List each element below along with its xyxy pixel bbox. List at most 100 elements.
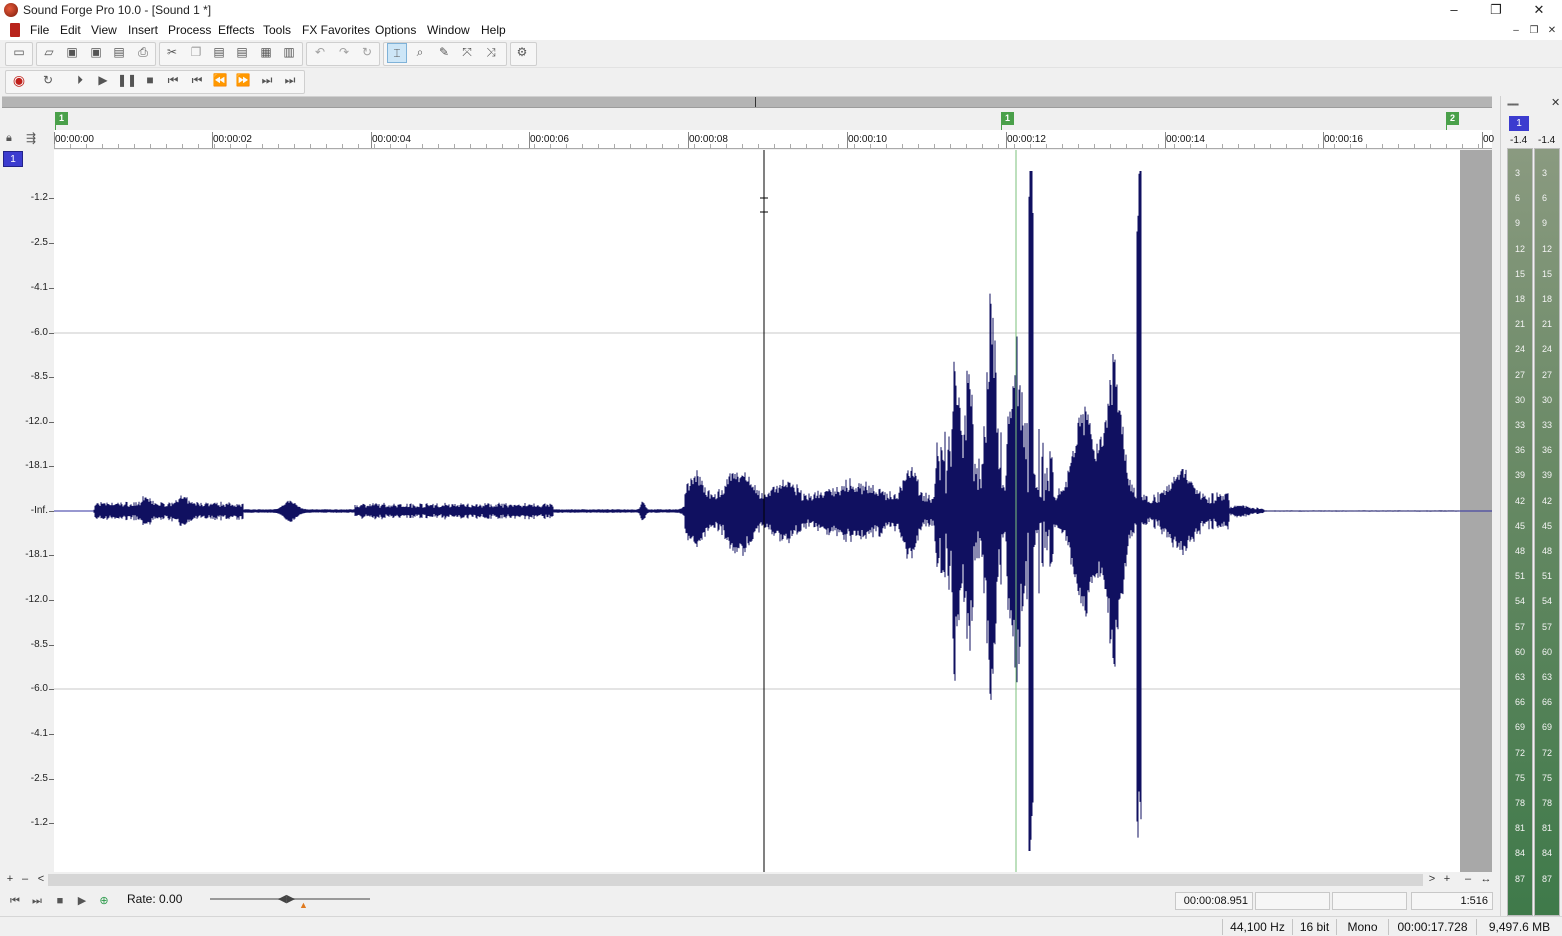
menu-window[interactable]: Window: [427, 23, 470, 37]
zoom-out-button[interactable]: –: [18, 873, 32, 887]
ruler-minor-tick: [470, 144, 471, 148]
overview-bar[interactable]: [2, 96, 1492, 108]
next-icon[interactable]: ⏭: [257, 71, 277, 91]
crop-icon[interactable]: ▥: [279, 43, 299, 63]
ruler-minor-tick: [1446, 144, 1447, 148]
new-icon[interactable]: ▭: [9, 43, 29, 63]
fit-button[interactable]: ↔: [1479, 873, 1493, 887]
menu-options[interactable]: Options: [375, 23, 416, 37]
cursor-position-field[interactable]: 00:00:08.951: [1175, 892, 1253, 910]
envelope-tool-icon[interactable]: ⤧: [457, 43, 477, 63]
menu-process[interactable]: Process: [168, 23, 211, 37]
zoom-in-button[interactable]: +: [3, 873, 17, 887]
peak-hold-left[interactable]: -1.4: [1510, 135, 1527, 146]
event-tool-icon[interactable]: ⤨: [481, 43, 501, 63]
save-as-icon[interactable]: ▣: [86, 43, 106, 63]
rate-slider-thumb[interactable]: ◀▶: [278, 892, 300, 905]
undo-icon[interactable]: ↶: [310, 43, 330, 63]
mix-icon[interactable]: ▦: [256, 43, 276, 63]
scroll-left-button[interactable]: <: [34, 873, 48, 887]
play-icon[interactable]: ▶: [73, 893, 91, 909]
print-icon[interactable]: ⎙: [133, 43, 153, 63]
vertical-zoom-out-button[interactable]: –: [1461, 873, 1475, 887]
rewind-icon[interactable]: ⏪: [210, 71, 230, 91]
marker-flag[interactable]: 1: [1001, 112, 1014, 132]
menu-insert[interactable]: Insert: [128, 23, 158, 37]
scrub-icon[interactable]: ⊕: [95, 893, 113, 909]
paste-special-icon[interactable]: ▤: [232, 43, 252, 63]
ruler-minor-tick: [534, 144, 535, 148]
peak-hold-right[interactable]: -1.4: [1538, 135, 1555, 146]
document-icon[interactable]: [10, 23, 20, 37]
meter-scale-label: 87: [1542, 873, 1553, 884]
menu-edit[interactable]: Edit: [60, 23, 81, 37]
loop-icon[interactable]: ↻: [38, 71, 58, 91]
fast-forward-icon[interactable]: ⏩: [233, 71, 253, 91]
meter-scale-label: 36: [1515, 445, 1526, 456]
snap-icon[interactable]: ⇶: [26, 131, 36, 145]
marker-flag[interactable]: 2: [1446, 112, 1459, 132]
play-icon[interactable]: ▶: [93, 71, 113, 91]
save-icon[interactable]: ▣: [62, 43, 82, 63]
meter-scale-label: 81: [1515, 823, 1526, 834]
magnify-tool-icon[interactable]: ⌕: [410, 43, 430, 63]
menu-view[interactable]: View: [91, 23, 117, 37]
menu-tools[interactable]: Tools: [263, 23, 291, 37]
repeat-icon[interactable]: ↻: [357, 43, 377, 63]
render-icon[interactable]: ▤: [109, 43, 129, 63]
pencil-tool-icon[interactable]: ✎: [434, 43, 454, 63]
ruler-minor-tick: [550, 144, 551, 148]
lock-icon[interactable]: 🔒︎: [6, 132, 12, 145]
meters-grip[interactable]: ▪▪▪▪▪▪: [1507, 100, 1519, 109]
selection-end-field[interactable]: [1332, 892, 1407, 910]
ruler-minor-tick: [566, 144, 567, 148]
edit-tool-icon[interactable]: ⌶: [387, 43, 407, 63]
menu-file[interactable]: File: [30, 23, 49, 37]
go-to-end-icon[interactable]: ⏭: [28, 893, 46, 909]
previous-icon[interactable]: ⏮: [187, 71, 207, 91]
marker-bar[interactable]: 1 1 2: [2, 110, 1492, 132]
open-icon[interactable]: ▱: [39, 43, 59, 63]
mdi-close-button[interactable]: ✕: [1545, 24, 1559, 38]
menu-effects[interactable]: Effects: [218, 23, 254, 37]
mdi-restore-button[interactable]: ❐: [1527, 24, 1541, 38]
ruler-minor-tick: [230, 144, 231, 148]
minimize-button[interactable]: –: [1432, 0, 1476, 21]
menu-help[interactable]: Help: [481, 23, 506, 37]
copy-icon[interactable]: ❐: [186, 43, 206, 63]
zoom-ratio-field[interactable]: 1:516: [1411, 892, 1493, 910]
meters-channel-badge: 1: [1509, 116, 1529, 131]
play-all-icon[interactable]: ⏵: [70, 71, 90, 91]
meters-close-button[interactable]: ✕: [1551, 96, 1560, 109]
scroll-right-button[interactable]: >: [1425, 873, 1439, 887]
ruler-minor-tick: [1350, 144, 1351, 148]
menu-fx-favorites[interactable]: FX Favorites: [302, 23, 370, 37]
vertical-zoom-in-button[interactable]: +: [1440, 873, 1454, 887]
meter-scale-label: 63: [1542, 672, 1553, 682]
ruler-minor-tick: [742, 144, 743, 148]
channel-badge[interactable]: 1: [3, 151, 23, 167]
marker-flag[interactable]: 1: [55, 112, 68, 132]
go-to-start-icon[interactable]: ⏮: [6, 893, 24, 909]
stop-icon[interactable]: ■: [51, 893, 69, 909]
db-scale-label: -1.2: [30, 817, 48, 828]
waveform-area[interactable]: [54, 150, 1492, 872]
scroll-track[interactable]: [48, 874, 1423, 886]
meter-scale-label: 45: [1515, 520, 1526, 531]
stop-icon[interactable]: ■: [140, 71, 160, 91]
pause-icon[interactable]: ❚❚: [117, 71, 137, 91]
plugin-chainer-icon[interactable]: ⚙: [512, 43, 532, 63]
record-icon[interactable]: ◉: [9, 71, 29, 91]
go-to-end-icon[interactable]: ⏭: [280, 71, 300, 91]
restore-button[interactable]: ❐: [1474, 0, 1518, 21]
selection-start-field[interactable]: [1255, 892, 1330, 910]
paste-icon[interactable]: ▤: [209, 43, 229, 63]
ruler-minor-tick: [262, 144, 263, 148]
go-to-start-icon[interactable]: ⏮: [163, 71, 183, 91]
cut-icon[interactable]: ✂: [162, 43, 182, 63]
close-button[interactable]: ✕: [1517, 0, 1561, 21]
redo-icon[interactable]: ↷: [334, 43, 354, 63]
ruler-label: 00:00:14: [1166, 134, 1205, 145]
mdi-minimize-button[interactable]: –: [1509, 24, 1523, 38]
time-ruler[interactable]: 00:00:00 00:00:02 00:00:04 00:00:06 00:00:08…: [54, 130, 1494, 149]
